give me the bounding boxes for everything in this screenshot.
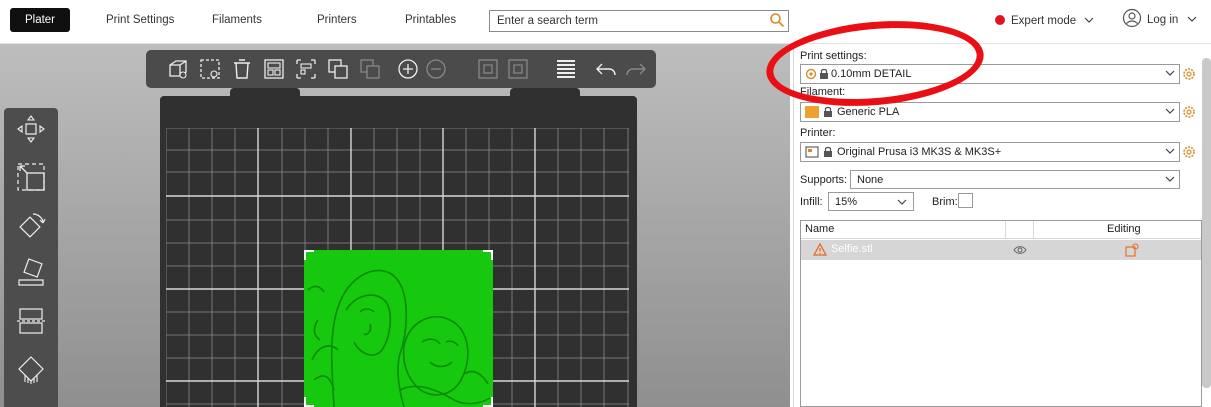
printer-label: Printer: xyxy=(800,127,836,139)
object-name: Selfie.stl xyxy=(831,243,873,255)
lock-icon xyxy=(824,146,832,157)
lock-icon xyxy=(824,106,832,117)
tab-printers[interactable]: Printers xyxy=(317,8,357,32)
edit-filament-gear-icon[interactable] xyxy=(1182,105,1196,119)
chevron-down-icon xyxy=(1084,17,1094,23)
search-box[interactable] xyxy=(489,10,789,32)
filament-color-swatch[interactable] xyxy=(805,106,819,118)
3d-viewport[interactable] xyxy=(0,44,790,407)
tab-print-settings[interactable]: Print Settings xyxy=(106,8,174,32)
model-selfie-object[interactable] xyxy=(304,250,493,407)
add-object-icon[interactable] xyxy=(166,57,190,81)
selection-corner xyxy=(304,250,314,260)
scale-icon[interactable] xyxy=(16,162,46,192)
copy-icon[interactable] xyxy=(326,57,350,81)
supports-label: Supports: xyxy=(800,174,848,186)
printer-icon xyxy=(805,146,819,158)
arrange-icon[interactable] xyxy=(262,57,286,81)
place-on-face-icon[interactable] xyxy=(16,258,46,288)
model-relief-surface xyxy=(307,269,491,407)
tab-plater[interactable]: Plater xyxy=(10,8,70,32)
brim-checkbox[interactable] xyxy=(958,193,973,208)
arrange-selection-icon[interactable] xyxy=(294,57,318,81)
column-editing-header[interactable]: Editing xyxy=(1107,223,1141,235)
column-divider xyxy=(1005,221,1006,239)
chevron-down-icon xyxy=(1165,176,1175,182)
search-icon[interactable] xyxy=(769,12,785,28)
top-menu-bar: Plater Print Settings Filaments Printers… xyxy=(0,0,1211,44)
supports-combo[interactable]: None xyxy=(850,170,1180,189)
chevron-down-icon xyxy=(1165,70,1175,76)
paint-supports-icon[interactable] xyxy=(16,354,46,384)
undo-icon[interactable] xyxy=(594,57,618,81)
object-list[interactable]: Name Editing Selfie.stl xyxy=(800,220,1202,407)
printer-combo[interactable]: Original Prusa i3 MK3S & MK3S+ xyxy=(800,142,1180,162)
warning-icon[interactable] xyxy=(813,243,827,256)
delete-icon[interactable] xyxy=(198,57,222,81)
infill-label: Infill: xyxy=(800,196,823,208)
paste-icon[interactable] xyxy=(358,57,382,81)
login-button[interactable]: Log in xyxy=(1122,8,1197,32)
remove-instance-icon[interactable] xyxy=(424,57,448,81)
login-label: Log in xyxy=(1147,14,1179,26)
selection-corner xyxy=(483,397,493,407)
expert-mode-label: Expert mode xyxy=(1011,15,1077,27)
brim-label: Brim: xyxy=(932,196,958,208)
search-input[interactable] xyxy=(490,11,760,31)
layers-editing-icon[interactable] xyxy=(554,57,578,81)
selection-corner xyxy=(304,397,314,407)
object-list-header: Name Editing xyxy=(801,221,1201,239)
printer-value: Original Prusa i3 MK3S & MK3S+ xyxy=(837,146,1002,158)
split-objects-icon[interactable] xyxy=(476,57,500,81)
delete-all-icon[interactable] xyxy=(230,57,254,81)
move-icon[interactable] xyxy=(16,114,46,144)
editing-icon[interactable] xyxy=(1125,243,1139,257)
column-name-header[interactable]: Name xyxy=(805,223,834,235)
prusaslicer-window: Plater Print Settings Filaments Printers… xyxy=(0,0,1211,407)
cut-icon[interactable] xyxy=(16,306,46,336)
chevron-down-icon xyxy=(1165,148,1175,154)
column-divider xyxy=(1033,221,1034,239)
filament-value: Generic PLA xyxy=(837,106,900,118)
selection-corner xyxy=(483,250,493,260)
expert-mode-selector[interactable]: Expert mode xyxy=(995,10,1094,32)
chevron-down-icon xyxy=(897,199,907,205)
add-instance-icon[interactable] xyxy=(396,57,420,81)
split-parts-icon[interactable] xyxy=(506,57,530,81)
plater-toolbar xyxy=(146,50,656,88)
mode-status-icon xyxy=(995,15,1005,25)
supports-value: None xyxy=(857,174,884,186)
rotate-icon[interactable] xyxy=(16,210,46,240)
chevron-down-icon xyxy=(1187,16,1196,22)
edit-printer-gear-icon[interactable] xyxy=(1182,145,1196,159)
edit-preset-gear-icon[interactable] xyxy=(1182,67,1196,81)
redo-icon[interactable] xyxy=(624,57,648,81)
tab-printables[interactable]: Printables xyxy=(405,8,456,32)
table-row[interactable]: Selfie.stl xyxy=(801,240,1201,260)
infill-value: 15% xyxy=(835,196,858,208)
user-icon xyxy=(1122,8,1142,28)
infill-combo[interactable]: 15% xyxy=(828,192,914,211)
sidebar-scrollbar[interactable] xyxy=(1202,58,1211,388)
tab-filaments[interactable]: Filaments xyxy=(212,8,262,32)
chevron-down-icon xyxy=(1165,108,1175,114)
eye-icon[interactable] xyxy=(1013,245,1027,255)
gizmo-toolbar xyxy=(4,108,58,407)
